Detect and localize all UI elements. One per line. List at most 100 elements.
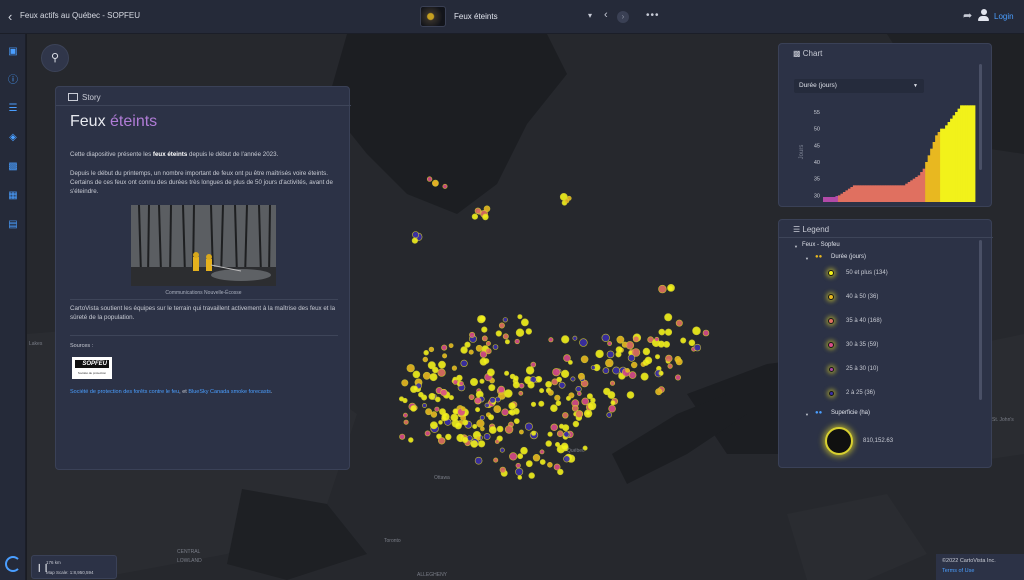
fire-point[interactable] — [469, 331, 476, 338]
fire-point[interactable] — [418, 391, 424, 398]
expand-triangle-icon[interactable]: ▼ — [805, 412, 809, 417]
fire-point[interactable] — [615, 346, 623, 354]
fire-point[interactable] — [454, 422, 462, 430]
fire-point[interactable] — [585, 410, 591, 416]
chart-bar[interactable] — [890, 185, 894, 202]
fire-point[interactable] — [658, 284, 667, 294]
fire-point[interactable] — [408, 437, 414, 443]
fire-point[interactable] — [563, 455, 571, 463]
fire-point[interactable] — [627, 354, 636, 362]
fire-point[interactable] — [538, 400, 545, 407]
fire-point[interactable] — [518, 390, 524, 396]
chart-bar[interactable] — [830, 197, 834, 202]
fire-point[interactable] — [460, 415, 466, 421]
fire-point[interactable] — [602, 367, 610, 374]
fire-point[interactable] — [606, 350, 615, 359]
fire-point[interactable] — [518, 429, 524, 435]
fire-point[interactable] — [485, 348, 492, 355]
fire-point[interactable] — [575, 386, 582, 393]
fire-point[interactable] — [438, 437, 446, 445]
fire-point[interactable] — [675, 319, 683, 327]
fire-point[interactable] — [481, 335, 488, 342]
chart-bar[interactable] — [937, 132, 941, 202]
fire-point[interactable] — [501, 408, 509, 416]
search-button[interactable]: ⚲ — [41, 44, 69, 72]
chart-bar[interactable] — [927, 155, 931, 202]
fire-point[interactable] — [644, 356, 653, 365]
fire-point[interactable] — [431, 179, 439, 187]
chart-bar[interactable] — [887, 185, 891, 202]
fire-point[interactable] — [422, 356, 428, 363]
chart-bar[interactable] — [910, 180, 914, 202]
fire-point[interactable] — [471, 213, 479, 220]
fire-point[interactable] — [702, 329, 710, 337]
chart-bar[interactable] — [970, 105, 973, 202]
fire-point[interactable] — [525, 328, 532, 335]
fire-point[interactable] — [440, 389, 448, 397]
fire-point[interactable] — [426, 176, 433, 182]
fire-point[interactable] — [513, 418, 520, 424]
fire-point[interactable] — [575, 410, 584, 418]
fire-point[interactable] — [515, 467, 524, 476]
fire-point[interactable] — [610, 400, 616, 406]
fire-point[interactable] — [432, 366, 439, 374]
fire-point[interactable] — [464, 341, 471, 348]
fire-point[interactable] — [411, 237, 419, 244]
fire-point[interactable] — [527, 381, 535, 389]
fire-point[interactable] — [508, 402, 516, 410]
chart-bar[interactable] — [950, 118, 953, 202]
fire-point[interactable] — [625, 368, 630, 373]
chart-bar[interactable] — [960, 105, 963, 202]
fire-point[interactable] — [401, 379, 409, 387]
fire-point[interactable] — [450, 413, 459, 422]
fire-point[interactable] — [552, 368, 561, 377]
fire-point[interactable] — [518, 382, 525, 389]
chart-bar[interactable] — [855, 185, 859, 202]
chart-bar[interactable] — [965, 105, 968, 202]
fire-point[interactable] — [564, 198, 570, 204]
fire-point[interactable] — [499, 447, 505, 453]
fire-point[interactable] — [579, 338, 588, 347]
fire-point[interactable] — [560, 369, 570, 379]
chart-bar[interactable] — [930, 148, 934, 202]
chart-bar[interactable] — [915, 177, 919, 202]
fire-point[interactable] — [550, 423, 558, 431]
fire-point[interactable] — [513, 375, 519, 382]
fire-point[interactable] — [654, 354, 660, 360]
back-chevron-icon[interactable]: ‹ — [8, 10, 18, 24]
fire-point[interactable] — [434, 406, 440, 412]
fire-point[interactable] — [556, 430, 564, 438]
fire-point[interactable] — [410, 405, 417, 412]
fire-point[interactable] — [601, 333, 610, 343]
fire-point[interactable] — [478, 315, 486, 323]
fire-point[interactable] — [448, 343, 454, 348]
fire-point[interactable] — [515, 462, 521, 469]
table-icon[interactable]: ▦ — [6, 189, 20, 203]
chart-bar[interactable] — [952, 115, 956, 202]
fire-point[interactable] — [558, 423, 564, 429]
link-sopfeu[interactable]: Société de protection des forêts contre … — [70, 389, 179, 395]
fire-point[interactable] — [495, 330, 502, 337]
fire-point[interactable] — [520, 318, 529, 327]
fire-point[interactable] — [547, 461, 553, 468]
fire-point[interactable] — [499, 466, 506, 474]
fire-point[interactable] — [605, 358, 614, 368]
fire-point[interactable] — [524, 422, 533, 431]
fire-point[interactable] — [482, 213, 489, 221]
fire-point[interactable] — [664, 313, 673, 322]
fire-point[interactable] — [545, 440, 552, 447]
fire-point[interactable] — [429, 421, 438, 430]
chart-bar[interactable] — [907, 182, 911, 202]
chart-bar[interactable] — [897, 185, 901, 202]
fire-point[interactable] — [545, 380, 552, 388]
fire-point[interactable] — [693, 343, 702, 352]
fire-point[interactable] — [612, 366, 621, 375]
chart-bar[interactable] — [957, 108, 961, 202]
chart-bar[interactable] — [862, 185, 866, 202]
fire-point[interactable] — [474, 456, 483, 465]
fire-point[interactable] — [402, 412, 408, 418]
fire-point[interactable] — [664, 328, 673, 336]
info-icon[interactable]: ⓘ — [6, 74, 20, 88]
chart-bar[interactable] — [947, 122, 951, 202]
fire-point[interactable] — [485, 340, 491, 346]
